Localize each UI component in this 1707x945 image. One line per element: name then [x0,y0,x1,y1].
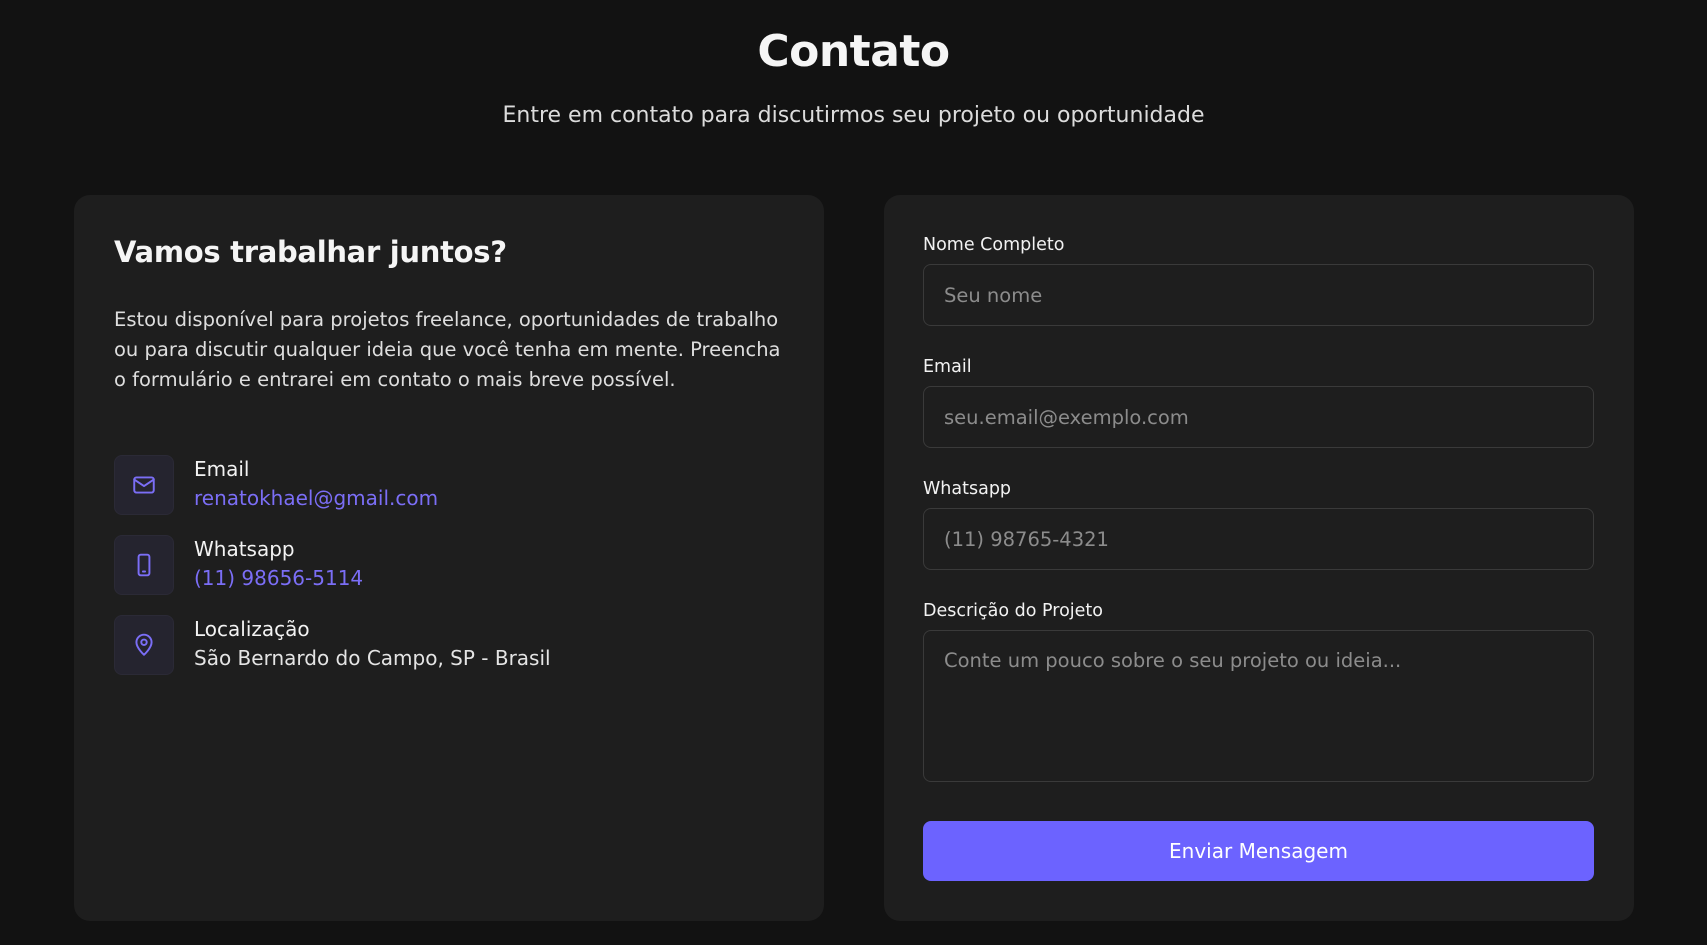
page-subtitle: Entre em contato para discutirmos seu pr… [502,103,1205,128]
smartphone-icon [114,535,174,595]
page-title: Contato [757,26,950,77]
info-heading: Vamos trabalhar juntos? [114,235,507,269]
contact-item-location: Localização São Bernardo do Campo, SP - … [114,615,754,675]
email-input[interactable] [923,386,1594,448]
contact-item-whatsapp: Whatsapp (11) 98656-5114 [114,535,754,595]
name-label: Nome Completo [923,235,1065,255]
email-link[interactable]: renatokhael@gmail.com [194,486,438,510]
email-label: Email [923,357,972,377]
contact-item-email: Email renatokhael@gmail.com [114,455,754,515]
contact-label-whatsapp: Whatsapp [194,537,295,561]
whatsapp-input[interactable] [923,508,1594,570]
name-input[interactable] [923,264,1594,326]
contact-form-card: Nome Completo Email Whatsapp Descrição d… [884,195,1634,921]
location-value: São Bernardo do Campo, SP - Brasil [194,646,551,670]
contact-label-location: Localização [194,617,310,641]
mail-icon [114,455,174,515]
info-description: Estou disponível para projetos freelance… [114,308,781,391]
contact-info-card: Vamos trabalhar juntos? Estou disponível… [74,195,824,921]
description-textarea[interactable] [923,630,1594,782]
whatsapp-link[interactable]: (11) 98656-5114 [194,566,363,590]
map-pin-icon [114,615,174,675]
submit-button[interactable]: Enviar Mensagem [923,821,1594,881]
description-label: Descrição do Projeto [923,601,1103,621]
whatsapp-label: Whatsapp [923,479,1012,499]
contact-page: Contato Entre em contato para discutirmo… [0,0,1707,945]
contact-label-email: Email [194,457,250,481]
